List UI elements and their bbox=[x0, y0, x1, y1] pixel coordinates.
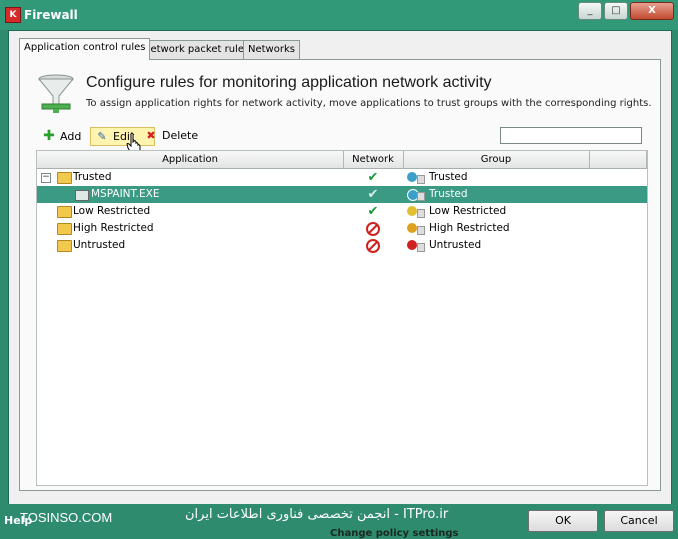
pencil-icon: ✎ bbox=[97, 130, 107, 143]
tab-networks[interactable]: Networks bbox=[243, 40, 300, 59]
close-button[interactable]: X bbox=[630, 2, 674, 20]
cell-application: − Trusted bbox=[37, 169, 343, 186]
trust-level-icon bbox=[407, 223, 417, 233]
application-window-icon bbox=[75, 190, 89, 201]
deny-icon bbox=[366, 239, 380, 253]
rules-doc-icon bbox=[417, 175, 425, 184]
page-subtitle: To assign application rights for network… bbox=[86, 98, 652, 109]
application-name: Untrusted bbox=[73, 239, 126, 251]
rules-doc-icon bbox=[417, 243, 425, 252]
cell-application: Low Restricted bbox=[37, 203, 343, 220]
application-name: High Restricted bbox=[73, 222, 154, 234]
rules-doc-icon bbox=[417, 226, 425, 235]
collapse-toggle[interactable]: − bbox=[41, 173, 51, 183]
cell-group: High Restricted bbox=[403, 220, 589, 237]
table-row-mspaint[interactable]: MSPAINT.EXE ✔ Trusted bbox=[37, 186, 647, 203]
watermark-right: ITPro.ir - انجمن تخصصی فناوری اطلاعات ای… bbox=[185, 507, 449, 522]
column-header-application[interactable]: Application bbox=[37, 151, 344, 168]
folder-icon bbox=[57, 223, 72, 235]
cell-network bbox=[343, 237, 403, 254]
tab-panel: Configure rules for monitoring applicati… bbox=[19, 59, 661, 491]
rules-table: Application Network Group − Trusted ✔ Tr… bbox=[36, 150, 648, 486]
tab-application-control-rules[interactable]: Application control rules bbox=[19, 38, 151, 60]
application-name: Low Restricted bbox=[73, 205, 151, 217]
window-title: Firewall bbox=[24, 8, 78, 22]
dialog-client-area: Application control rules Network packet… bbox=[8, 30, 672, 506]
kaspersky-logo-icon: K bbox=[5, 7, 21, 23]
minimize-button[interactable]: _ bbox=[578, 2, 602, 20]
folder-icon bbox=[57, 172, 72, 184]
rules-doc-icon bbox=[417, 209, 425, 218]
cancel-button[interactable]: Cancel bbox=[604, 510, 674, 532]
column-header-extra bbox=[589, 151, 647, 168]
application-name: Trusted bbox=[73, 171, 112, 183]
ok-button[interactable]: OK bbox=[528, 510, 598, 532]
folder-icon bbox=[57, 206, 72, 218]
tab-network-packet-rules[interactable]: Network packet rules bbox=[138, 40, 255, 59]
cell-group: Trusted bbox=[403, 169, 589, 186]
table-row-trusted[interactable]: − Trusted ✔ Trusted bbox=[37, 169, 647, 186]
allow-check-icon: ✔ bbox=[367, 187, 379, 202]
cell-network: ✔ bbox=[343, 203, 403, 220]
group-name: Trusted bbox=[429, 171, 468, 183]
table-row-high-restricted[interactable]: High Restricted High Restricted bbox=[37, 220, 647, 237]
cell-network: ✔ bbox=[343, 169, 403, 186]
deny-icon bbox=[366, 222, 380, 236]
background-window-text: Change policy settings bbox=[330, 528, 459, 539]
delete-button[interactable]: ✖ Delete bbox=[144, 127, 198, 145]
cell-application: High Restricted bbox=[37, 220, 343, 237]
group-name: Untrusted bbox=[429, 239, 482, 251]
allow-check-icon: ✔ bbox=[367, 204, 379, 219]
trust-level-icon bbox=[407, 206, 417, 216]
add-button[interactable]: ✚ Add bbox=[42, 127, 81, 145]
title-bar: K Firewall _ □ X bbox=[0, 0, 678, 30]
group-name: Low Restricted bbox=[429, 205, 507, 217]
plus-icon: ✚ bbox=[43, 128, 55, 144]
table-header: Application Network Group bbox=[37, 151, 647, 169]
toolbar: ✚ Add ✎ Edit ✖ Delete bbox=[36, 124, 644, 154]
application-name: MSPAINT.EXE bbox=[91, 188, 160, 200]
trust-level-icon bbox=[407, 172, 417, 182]
table-row-untrusted[interactable]: Untrusted Untrusted bbox=[37, 237, 647, 254]
cell-network bbox=[343, 220, 403, 237]
delete-label: Delete bbox=[162, 129, 199, 142]
cell-network: ✔ bbox=[343, 186, 403, 203]
cell-group: Untrusted bbox=[403, 237, 589, 254]
column-header-network[interactable]: Network bbox=[343, 151, 404, 168]
cell-group: Low Restricted bbox=[403, 203, 589, 220]
column-header-group[interactable]: Group bbox=[403, 151, 590, 168]
funnel-filter-icon bbox=[37, 74, 75, 113]
cell-application: MSPAINT.EXE bbox=[37, 186, 343, 203]
delete-x-icon: ✖ bbox=[146, 129, 156, 142]
cell-application: Untrusted bbox=[37, 237, 343, 254]
table-row-low-restricted[interactable]: Low Restricted ✔ Low Restricted bbox=[37, 203, 647, 220]
folder-icon bbox=[57, 240, 72, 252]
cell-group: Trusted bbox=[403, 186, 589, 203]
search-input[interactable] bbox=[500, 127, 642, 144]
page-title: Configure rules for monitoring applicati… bbox=[86, 74, 492, 91]
group-name: High Restricted bbox=[429, 222, 510, 234]
trust-level-icon bbox=[407, 240, 417, 250]
watermark-left: TOSINSO.COM bbox=[20, 510, 113, 525]
rules-doc-icon bbox=[417, 192, 425, 201]
allow-check-icon: ✔ bbox=[367, 170, 379, 185]
maximize-button[interactable]: □ bbox=[604, 2, 628, 20]
add-label: Add bbox=[60, 130, 82, 143]
group-name: Trusted bbox=[429, 188, 468, 200]
